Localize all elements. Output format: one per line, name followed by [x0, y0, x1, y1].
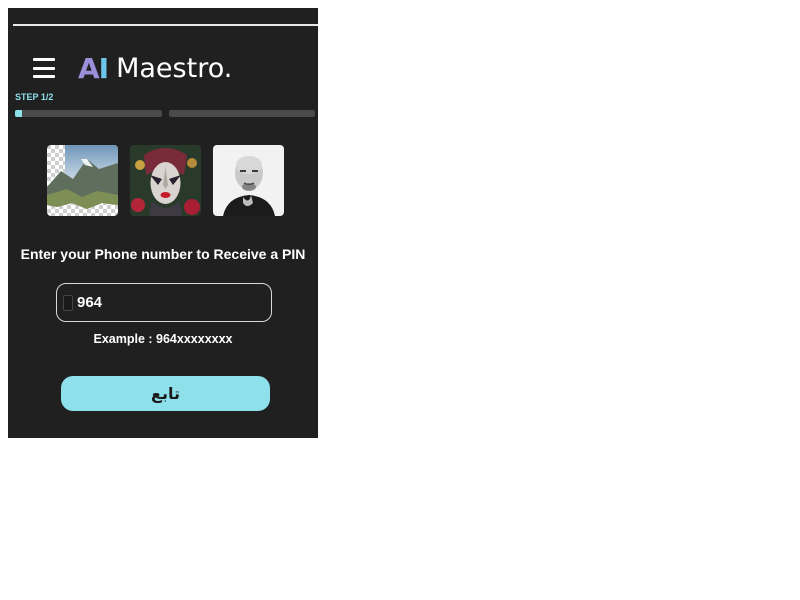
- step-indicator: STEP 1/2: [15, 92, 54, 102]
- progress-bar-step-1: [15, 110, 162, 117]
- phone-number-input[interactable]: 964: [56, 283, 272, 322]
- continue-button[interactable]: تابع: [61, 376, 270, 411]
- logo-ai-mark: AI: [78, 51, 109, 85]
- logo-text: Maestro.: [116, 52, 233, 84]
- bald-man-portrait-image: [213, 145, 284, 216]
- progress-bar-step-2: [169, 110, 315, 117]
- mountain-landscape-transparent-image: [47, 145, 118, 216]
- country-flag-icon: [63, 294, 73, 311]
- phone-prompt-heading: Enter your Phone number to Receive a PIN: [20, 246, 306, 262]
- hamburger-menu-icon[interactable]: [33, 58, 55, 78]
- phone-number-value[interactable]: 964: [77, 294, 102, 311]
- progress-bar-fill: [15, 110, 23, 117]
- top-divider: [13, 24, 318, 26]
- phone-format-example: Example : 964xxxxxxxx: [93, 332, 233, 346]
- masked-woman-portrait-image: [130, 145, 201, 216]
- ai-maestro-logo[interactable]: AI Maestro.: [78, 50, 232, 86]
- app-panel: AI Maestro. STEP 1/2 Enter your Phone nu…: [8, 8, 318, 438]
